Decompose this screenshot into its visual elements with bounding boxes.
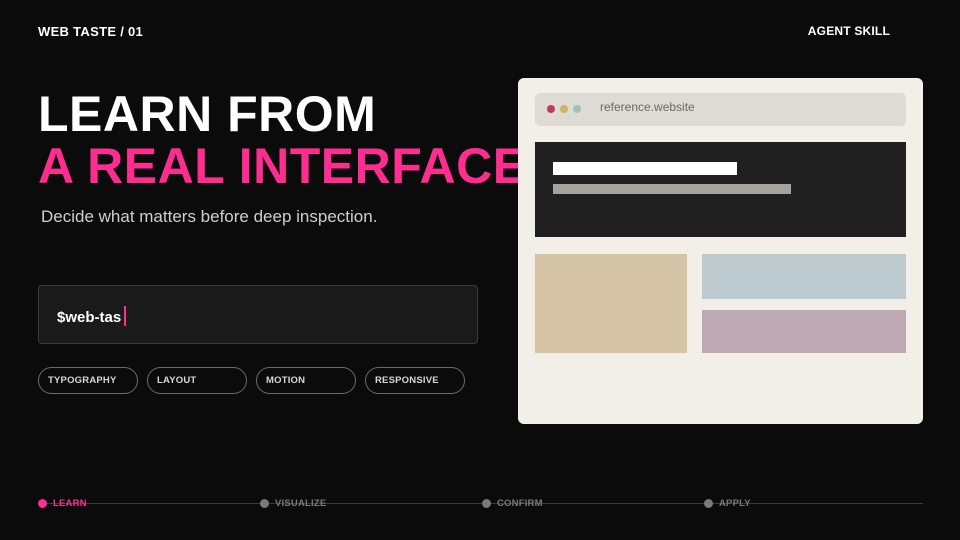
mockup-card-image bbox=[535, 254, 687, 353]
hero-title-line-2: A REAL INTERFACE bbox=[38, 138, 527, 194]
mockup-card-top bbox=[702, 254, 906, 299]
close-dot-icon bbox=[547, 105, 555, 113]
timeline-step-apply[interactable]: APPLY bbox=[704, 498, 751, 509]
website-mockup: reference.website bbox=[518, 78, 923, 424]
chip-responsive[interactable]: RESPONSIVE bbox=[365, 367, 465, 394]
agent-skill-label: AGENT SKILL bbox=[807, 24, 890, 38]
timeline-step-visualize[interactable]: VISUALIZE bbox=[260, 498, 326, 509]
hero-title: LEARN FROM A REAL INTERFACE bbox=[38, 88, 527, 192]
chip-layout[interactable]: LAYOUT bbox=[147, 367, 247, 394]
section-label: WEB TASTE / 01 bbox=[38, 24, 144, 39]
mockup-card-bottom bbox=[702, 310, 906, 353]
command-value: $web-tas bbox=[57, 309, 122, 326]
step-dot-icon bbox=[704, 499, 713, 508]
minimize-dot-icon bbox=[560, 105, 568, 113]
command-input[interactable]: $web-tas bbox=[38, 285, 478, 344]
url-text: reference.website bbox=[600, 100, 695, 114]
timeline-step-confirm[interactable]: CONFIRM bbox=[482, 498, 543, 509]
step-label: VISUALIZE bbox=[275, 498, 327, 509]
maximize-dot-icon bbox=[573, 105, 581, 113]
chip-typography[interactable]: TYPOGRAPHY bbox=[38, 367, 138, 394]
timeline-step-learn[interactable]: LEARN bbox=[38, 498, 87, 509]
step-label: APPLY bbox=[719, 498, 751, 509]
topic-chips: TYPOGRAPHY LAYOUT MOTION RESPONSIVE bbox=[38, 367, 465, 394]
step-dot-icon bbox=[482, 499, 491, 508]
step-dot-icon bbox=[38, 499, 47, 508]
chip-motion[interactable]: MOTION bbox=[256, 367, 356, 394]
mockup-heading-placeholder bbox=[553, 162, 737, 175]
text-caret bbox=[124, 306, 127, 326]
hero-title-line-1: LEARN FROM bbox=[38, 86, 377, 142]
mockup-hero-block bbox=[535, 142, 906, 237]
browser-url-bar: reference.website bbox=[535, 93, 906, 126]
mockup-text-placeholder bbox=[553, 184, 791, 194]
step-label: CONFIRM bbox=[497, 498, 543, 509]
command-text: $web-tas bbox=[57, 306, 127, 326]
step-label: LEARN bbox=[53, 498, 87, 509]
step-dot-icon bbox=[260, 499, 269, 508]
subtitle: Decide what matters before deep inspecti… bbox=[41, 207, 378, 226]
